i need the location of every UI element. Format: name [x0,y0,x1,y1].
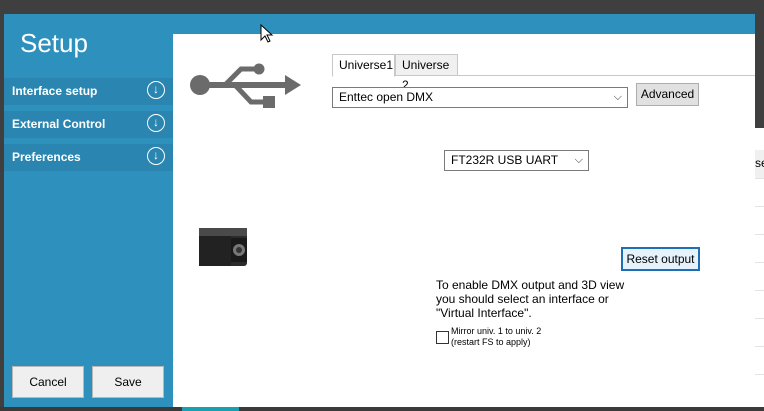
mirror-label-line: (restart FS to apply) [451,337,531,347]
save-button[interactable]: Save [92,366,164,398]
interface-select[interactable]: Enttec open DMX ⌵ [332,87,628,108]
hint-line: "Virtual Interface". [436,306,532,320]
sidebar-item-interface-setup[interactable]: Interface setup ↓ [4,78,173,105]
mouse-cursor-icon [260,24,274,43]
reset-output-button[interactable]: Reset output [621,247,700,271]
hint-line: you should select an interface or [436,292,609,306]
background-window-header-text: se [755,156,764,170]
device-select-value: FT232R USB UART [451,153,559,167]
sidebar: Setup Interface setup ↓ External Control… [4,14,173,407]
sidebar-item-label: Interface setup [12,84,98,98]
sidebar-item-external-control[interactable]: External Control ↓ [4,111,173,138]
sidebar-title: Setup [20,28,88,58]
arrow-down-circle-icon: ↓ [147,114,165,132]
sidebar-item-label: External Control [12,117,106,131]
arrow-down-circle-icon: ↓ [147,81,165,99]
sidebar-item-label: Preferences [12,150,81,164]
sidebar-item-preferences[interactable]: Preferences ↓ [4,144,173,171]
tab-universe1[interactable]: Universe1 [332,54,395,77]
mirror-label-line: Mirror univ. 1 to univ. 2 [451,326,542,336]
tab-universe2[interactable]: Universe 2 [395,54,458,92]
interface-select-value: Enttec open DMX [339,90,434,104]
usb-icon [190,63,301,108]
chevron-down-icon: ⌵ [613,91,622,103]
hint-line: To enable DMX output and 3D view [436,278,625,292]
arrow-down-circle-icon: ↓ [147,147,165,165]
taskbar-active-item[interactable] [182,407,239,411]
mirror-checkbox-label[interactable]: Mirror univ. 1 to univ. 2 (restart FS to… [451,326,541,348]
chevron-down-icon: ⌵ [574,154,583,166]
dmx-interface-device [199,228,247,266]
interface-hint: To enable DMX output and 3D view you sho… [436,278,626,320]
device-select[interactable]: FT232R USB UART ⌵ [444,150,589,171]
tab-divider [458,75,755,76]
cancel-button[interactable]: Cancel [12,366,84,398]
taskbar [0,407,764,411]
advanced-button[interactable]: Advanced [636,83,699,106]
mirror-checkbox[interactable] [436,331,449,344]
